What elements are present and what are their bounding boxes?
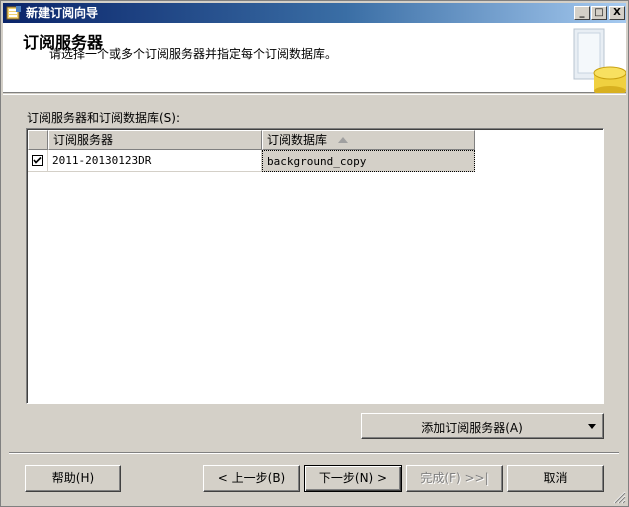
resize-grip-icon[interactable] [613,491,626,504]
row-select-cell[interactable] [28,150,48,172]
add-subscriber-dropdown-button[interactable]: 添加订阅服务器(A) [361,413,604,439]
close-button[interactable]: X [609,6,625,20]
previous-button[interactable]: < 上一步(B) [203,465,300,492]
footer-separator [9,452,619,454]
database-wizard-icon [566,23,627,96]
page-subtitle: 请选择一个或多个订阅服务器并指定每个订阅数据库。 [49,47,338,61]
sort-ascending-icon [338,137,348,143]
minimize-button[interactable]: _ [574,6,590,20]
header-divider [3,94,626,95]
database-column-label: 订阅数据库 [267,133,328,147]
wizard-window: 新建订阅向导 _ □ X 订阅服务器 请选择一个或多个订阅服务器并指定每个订阅数… [0,0,629,507]
wizard-header: 订阅服务器 请选择一个或多个订阅服务器并指定每个订阅数据库。 [3,23,627,96]
maximize-button[interactable]: □ [591,6,607,20]
grid-label: 订阅服务器和订阅数据库(S): [27,111,181,125]
table-row[interactable]: 2011-20130123DR background_copy [28,150,476,172]
subscriber-grid[interactable]: 订阅服务器 订阅数据库 2011-20130123DR background_c… [26,128,604,404]
select-column-header[interactable] [28,130,48,150]
subscriber-cell[interactable]: 2011-20130123DR [48,150,262,172]
help-button[interactable]: 帮助(H) [25,465,121,492]
cancel-button[interactable]: 取消 [507,465,604,492]
window-title: 新建订阅向导 [26,6,99,20]
subscriber-checkbox[interactable] [32,155,43,166]
title-bar[interactable]: 新建订阅向导 _ □ X [3,3,626,23]
database-cell[interactable]: background_copy [262,150,475,172]
add-subscriber-label: 添加订阅服务器(A) [421,421,523,435]
finish-button[interactable]: 完成(F) >>| [406,465,503,492]
app-icon [6,5,22,21]
subscriber-column-header[interactable]: 订阅服务器 [48,130,262,150]
next-button[interactable]: 下一步(N) > [304,465,402,492]
database-column-header[interactable]: 订阅数据库 [262,130,475,150]
checkmark-icon [33,156,42,164]
dropdown-arrow-icon [588,424,596,429]
